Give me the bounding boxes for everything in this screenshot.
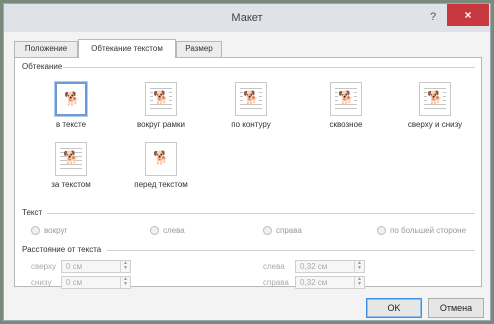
wrap-option-label: за текстом — [51, 180, 91, 189]
distance-value: 0 см — [66, 262, 83, 271]
wrap-through-icon[interactable]: 🐕 — [330, 82, 362, 116]
spin-arrows-icon[interactable]: ▲ ▼ — [120, 277, 130, 288]
wrap-option-label: в тексте — [55, 120, 87, 129]
wrap-option-through[interactable]: 🐕 сквозное — [300, 82, 390, 142]
wrap-option-label: сверху и снизу — [407, 120, 463, 129]
text-radio-largest[interactable]: по большей стороне — [377, 226, 466, 235]
distance-value: 0 см — [66, 278, 83, 287]
help-button[interactable]: ? — [422, 8, 444, 26]
radio-label: справа — [276, 226, 302, 235]
wrap-option-inline[interactable]: 🐕 в тексте — [25, 82, 115, 142]
wrap-tight-icon[interactable]: 🐕 — [235, 82, 267, 116]
distance-bottom-input[interactable]: 0 см ▲ ▼ — [61, 276, 131, 289]
text-radio-left[interactable]: слева — [150, 226, 185, 235]
distance-right-input[interactable]: 0,32 см ▲ ▼ — [295, 276, 365, 289]
distance-bottom-label: снизу — [31, 278, 52, 287]
radio-circle-icon[interactable] — [263, 226, 272, 235]
section-divider — [47, 213, 475, 214]
layout-dialog: Макет ? × Положение Обтекание текстом Ра… — [3, 3, 491, 321]
distance-left-label: слева — [263, 262, 285, 271]
wrap-option-top-bottom[interactable]: 🐕 сверху и снизу — [389, 82, 479, 142]
wrap-option-behind[interactable]: 🐕 за текстом — [25, 142, 115, 202]
spin-arrows-icon[interactable]: ▲ ▼ — [354, 261, 364, 272]
ok-button[interactable]: OK — [366, 298, 422, 318]
radio-label: вокруг — [44, 226, 68, 235]
text-radio-right[interactable]: справа — [263, 226, 302, 235]
radio-label: слева — [163, 226, 185, 235]
wrap-inline-icon[interactable]: 🐕 — [55, 82, 87, 116]
wrapping-section-label: Обтекание — [22, 62, 63, 71]
title-bar: Макет ? × — [4, 4, 490, 32]
close-button[interactable]: × — [447, 4, 489, 26]
tab-position[interactable]: Положение — [14, 41, 78, 57]
text-section-label: Текст — [22, 208, 43, 217]
wrap-square-icon[interactable]: 🐕 — [145, 82, 177, 116]
distance-top-label: сверху — [31, 262, 56, 271]
section-divider — [107, 250, 475, 251]
wrap-option-front[interactable]: 🐕 перед текстом — [115, 142, 205, 202]
distance-right-label: справа — [263, 278, 289, 287]
distance-value: 0,32 см — [300, 278, 328, 287]
radio-label: по большей стороне — [390, 226, 467, 235]
cancel-button[interactable]: Отмена — [428, 298, 484, 318]
wrap-option-tight[interactable]: 🐕 по контуру — [205, 82, 295, 142]
text-radio-both[interactable]: вокруг — [31, 226, 67, 235]
radio-circle-icon[interactable] — [377, 226, 386, 235]
wrapping-panel: Обтекание 🐕 в тексте 🐕 вокруг рамки 🐕 по… — [14, 57, 482, 289]
wrap-option-label: сквозное — [329, 120, 363, 129]
dialog-title: Макет — [231, 12, 263, 24]
radio-circle-icon[interactable] — [31, 226, 40, 235]
distance-section-label: Расстояние от текста — [22, 245, 102, 254]
wrap-option-label: по контуру — [231, 120, 271, 129]
distance-left-input[interactable]: 0,32 см ▲ ▼ — [295, 260, 365, 273]
tab-size[interactable]: Размер — [176, 41, 222, 57]
distance-value: 0,32 см — [300, 262, 328, 271]
radio-circle-icon[interactable] — [150, 226, 159, 235]
spin-arrows-icon[interactable]: ▲ ▼ — [354, 277, 364, 288]
wrap-front-icon[interactable]: 🐕 — [145, 142, 177, 176]
distance-top-input[interactable]: 0 см ▲ ▼ — [61, 260, 131, 273]
spin-arrows-icon[interactable]: ▲ ▼ — [120, 261, 130, 272]
wrap-option-label: перед текстом — [134, 180, 188, 189]
wrap-option-label: вокруг рамки — [137, 120, 185, 129]
tab-text-wrapping[interactable]: Обтекание текстом — [78, 39, 176, 58]
wrap-option-square[interactable]: 🐕 вокруг рамки — [115, 82, 205, 142]
wrap-top-bottom-icon[interactable]: 🐕 — [419, 82, 451, 116]
section-divider — [63, 67, 475, 68]
wrap-behind-icon[interactable]: 🐕 — [55, 142, 87, 176]
